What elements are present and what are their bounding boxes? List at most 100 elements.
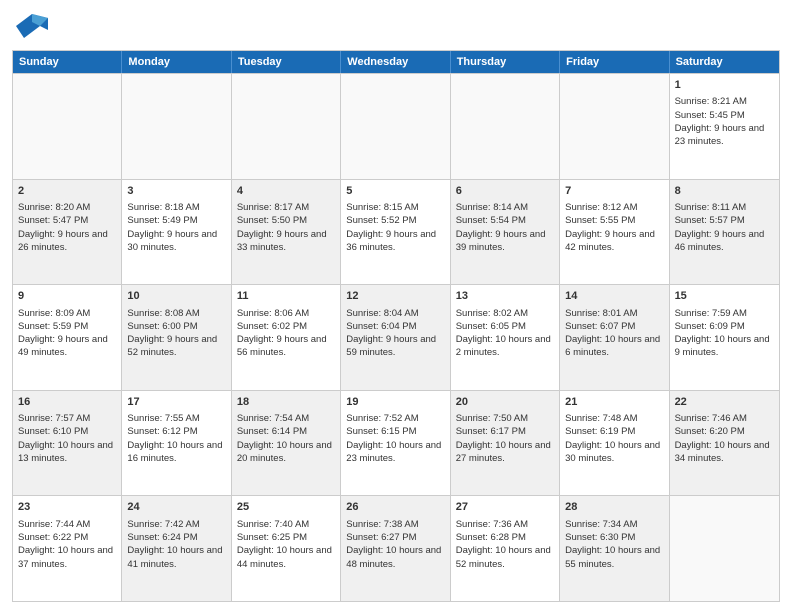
day-info: Sunrise: 7:46 AM Sunset: 6:20 PM Dayligh… <box>675 413 770 464</box>
day-info: Sunrise: 8:09 AM Sunset: 5:59 PM Dayligh… <box>18 308 108 359</box>
day-info: Sunrise: 7:44 AM Sunset: 6:22 PM Dayligh… <box>18 519 113 570</box>
calendar-cell <box>451 74 560 179</box>
calendar-cell: 4 Sunrise: 8:17 AM Sunset: 5:50 PM Daylig… <box>232 180 341 285</box>
calendar-cell: 12 Sunrise: 8:04 AM Sunset: 6:04 PM Dayli… <box>341 285 450 390</box>
day-info: Sunrise: 8:18 AM Sunset: 5:49 PM Dayligh… <box>127 202 217 253</box>
day-info: Sunrise: 8:11 AM Sunset: 5:57 PM Dayligh… <box>675 202 765 253</box>
day-info: Sunrise: 8:14 AM Sunset: 5:54 PM Dayligh… <box>456 202 546 253</box>
calendar-body: 1 Sunrise: 8:21 AM Sunset: 5:45 PM Daylig… <box>13 73 779 601</box>
weekday-header: Saturday <box>670 51 779 73</box>
day-info: Sunrise: 8:02 AM Sunset: 6:05 PM Dayligh… <box>456 308 551 359</box>
calendar-cell <box>341 74 450 179</box>
day-info: Sunrise: 8:21 AM Sunset: 5:45 PM Dayligh… <box>675 96 765 147</box>
calendar-cell: 19 Sunrise: 7:52 AM Sunset: 6:15 PM Dayli… <box>341 391 450 496</box>
day-number: 28 <box>565 500 663 515</box>
day-number: 6 <box>456 184 554 199</box>
calendar-cell: 14 Sunrise: 8:01 AM Sunset: 6:07 PM Dayli… <box>560 285 669 390</box>
day-number: 2 <box>18 184 116 199</box>
calendar-cell: 17 Sunrise: 7:55 AM Sunset: 6:12 PM Dayli… <box>122 391 231 496</box>
calendar-cell <box>232 74 341 179</box>
day-number: 27 <box>456 500 554 515</box>
calendar-cell: 10 Sunrise: 8:08 AM Sunset: 6:00 PM Dayli… <box>122 285 231 390</box>
calendar-cell: 15 Sunrise: 7:59 AM Sunset: 6:09 PM Dayli… <box>670 285 779 390</box>
calendar-row: 9Sunrise: 8:09 AM Sunset: 5:59 PM Daylig… <box>13 284 779 390</box>
calendar-cell <box>122 74 231 179</box>
day-number: 8 <box>675 184 774 199</box>
calendar-cell: 2 Sunrise: 8:20 AM Sunset: 5:47 PM Daylig… <box>13 180 122 285</box>
weekday-header: Tuesday <box>232 51 341 73</box>
day-info: Sunrise: 7:38 AM Sunset: 6:27 PM Dayligh… <box>346 519 441 570</box>
day-info: Sunrise: 7:36 AM Sunset: 6:28 PM Dayligh… <box>456 519 551 570</box>
day-number: 11 <box>237 289 335 304</box>
weekday-header: Thursday <box>451 51 560 73</box>
day-number: 3 <box>127 184 225 199</box>
day-number: 4 <box>237 184 335 199</box>
calendar-cell: 11 Sunrise: 8:06 AM Sunset: 6:02 PM Dayli… <box>232 285 341 390</box>
day-number: 25 <box>237 500 335 515</box>
calendar-cell: 28 Sunrise: 7:34 AM Sunset: 6:30 PM Dayli… <box>560 496 669 601</box>
calendar-cell: 1 Sunrise: 8:21 AM Sunset: 5:45 PM Daylig… <box>670 74 779 179</box>
header <box>12 10 780 42</box>
day-info: Sunrise: 7:52 AM Sunset: 6:15 PM Dayligh… <box>346 413 441 464</box>
logo-icon <box>16 10 48 42</box>
day-number: 26 <box>346 500 444 515</box>
calendar: SundayMondayTuesdayWednesdayThursdayFrid… <box>12 50 780 602</box>
day-number: 14 <box>565 289 663 304</box>
calendar-cell <box>13 74 122 179</box>
day-info: Sunrise: 8:04 AM Sunset: 6:04 PM Dayligh… <box>346 308 436 359</box>
day-info: Sunrise: 7:55 AM Sunset: 6:12 PM Dayligh… <box>127 413 222 464</box>
calendar-row: 1 Sunrise: 8:21 AM Sunset: 5:45 PM Daylig… <box>13 73 779 179</box>
logo-text <box>12 10 48 42</box>
day-info: Sunrise: 8:06 AM Sunset: 6:02 PM Dayligh… <box>237 308 327 359</box>
day-info: Sunrise: 7:59 AM Sunset: 6:09 PM Dayligh… <box>675 308 770 359</box>
calendar-cell: 21 Sunrise: 7:48 AM Sunset: 6:19 PM Dayli… <box>560 391 669 496</box>
day-number: 12 <box>346 289 444 304</box>
day-number: 13 <box>456 289 554 304</box>
calendar-cell: 9Sunrise: 8:09 AM Sunset: 5:59 PM Daylig… <box>13 285 122 390</box>
day-info: Sunrise: 7:48 AM Sunset: 6:19 PM Dayligh… <box>565 413 660 464</box>
day-number: 17 <box>127 395 225 410</box>
calendar-cell: 6 Sunrise: 8:14 AM Sunset: 5:54 PM Daylig… <box>451 180 560 285</box>
day-number: 22 <box>675 395 774 410</box>
day-info: Sunrise: 7:42 AM Sunset: 6:24 PM Dayligh… <box>127 519 222 570</box>
day-info: Sunrise: 8:15 AM Sunset: 5:52 PM Dayligh… <box>346 202 436 253</box>
calendar-cell: 7 Sunrise: 8:12 AM Sunset: 5:55 PM Daylig… <box>560 180 669 285</box>
weekday-header: Sunday <box>13 51 122 73</box>
day-number: 23 <box>18 500 116 515</box>
day-number: 7 <box>565 184 663 199</box>
day-number: 15 <box>675 289 774 304</box>
calendar-cell: 8 Sunrise: 8:11 AM Sunset: 5:57 PM Daylig… <box>670 180 779 285</box>
day-info: Sunrise: 7:34 AM Sunset: 6:30 PM Dayligh… <box>565 519 660 570</box>
calendar-cell: 3 Sunrise: 8:18 AM Sunset: 5:49 PM Daylig… <box>122 180 231 285</box>
day-info: Sunrise: 8:17 AM Sunset: 5:50 PM Dayligh… <box>237 202 327 253</box>
calendar-row: 2 Sunrise: 8:20 AM Sunset: 5:47 PM Daylig… <box>13 179 779 285</box>
calendar-cell: 24 Sunrise: 7:42 AM Sunset: 6:24 PM Dayli… <box>122 496 231 601</box>
calendar-cell <box>560 74 669 179</box>
day-info: Sunrise: 8:01 AM Sunset: 6:07 PM Dayligh… <box>565 308 660 359</box>
calendar-cell: 16Sunrise: 7:57 AM Sunset: 6:10 PM Dayli… <box>13 391 122 496</box>
calendar-cell <box>670 496 779 601</box>
weekday-header: Monday <box>122 51 231 73</box>
calendar-header: SundayMondayTuesdayWednesdayThursdayFrid… <box>13 51 779 73</box>
calendar-cell: 22 Sunrise: 7:46 AM Sunset: 6:20 PM Dayli… <box>670 391 779 496</box>
calendar-cell: 20Sunrise: 7:50 AM Sunset: 6:17 PM Dayli… <box>451 391 560 496</box>
day-info: Sunrise: 7:40 AM Sunset: 6:25 PM Dayligh… <box>237 519 332 570</box>
day-info: Sunrise: 8:20 AM Sunset: 5:47 PM Dayligh… <box>18 202 108 253</box>
day-number: 16 <box>18 395 116 410</box>
day-info: Sunrise: 7:50 AM Sunset: 6:17 PM Dayligh… <box>456 413 551 464</box>
logo <box>12 10 48 42</box>
weekday-header: Friday <box>560 51 669 73</box>
day-number: 10 <box>127 289 225 304</box>
day-info: Sunrise: 8:08 AM Sunset: 6:00 PM Dayligh… <box>127 308 217 359</box>
day-info: Sunrise: 8:12 AM Sunset: 5:55 PM Dayligh… <box>565 202 655 253</box>
day-number: 21 <box>565 395 663 410</box>
calendar-cell: 18Sunrise: 7:54 AM Sunset: 6:14 PM Dayli… <box>232 391 341 496</box>
day-number: 18 <box>237 395 335 410</box>
calendar-row: 16Sunrise: 7:57 AM Sunset: 6:10 PM Dayli… <box>13 390 779 496</box>
calendar-cell: 13 Sunrise: 8:02 AM Sunset: 6:05 PM Dayli… <box>451 285 560 390</box>
day-number: 19 <box>346 395 444 410</box>
day-number: 5 <box>346 184 444 199</box>
page: SundayMondayTuesdayWednesdayThursdayFrid… <box>0 0 792 612</box>
day-number: 24 <box>127 500 225 515</box>
day-number: 1 <box>675 78 774 93</box>
